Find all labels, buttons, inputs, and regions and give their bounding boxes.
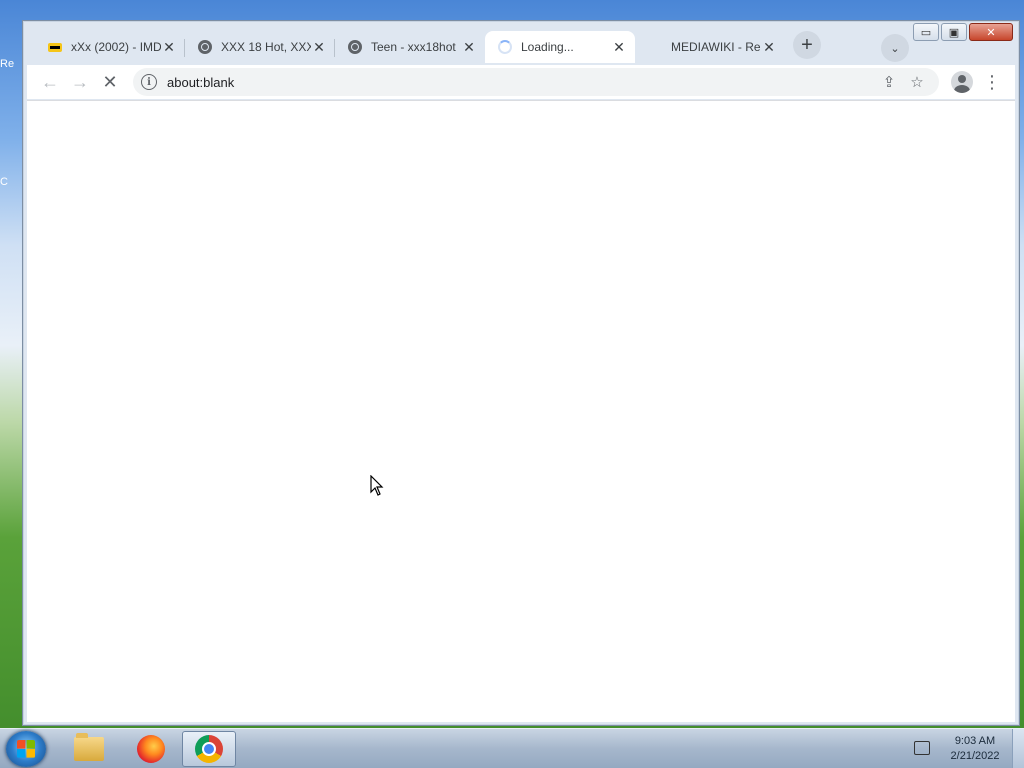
start-button[interactable] [6, 731, 46, 767]
show-desktop-button[interactable] [1012, 729, 1024, 768]
tab-imdb[interactable]: xXx (2002) - IMDb ✕ [35, 31, 185, 63]
loading-spinner-icon [497, 39, 513, 55]
back-button[interactable]: ← [35, 67, 65, 97]
tab-title: XXX 18 Hot, XXX [221, 40, 311, 54]
tab-title: Teen - xxx18hot [371, 40, 456, 54]
close-window-button[interactable]: ✕ [969, 23, 1013, 41]
close-tab-icon[interactable]: ✕ [611, 39, 627, 55]
menu-button[interactable]: ⋮ [977, 67, 1007, 97]
browser-toolbar: ← → ✕ i about:blank ⇪ ☆ ⋮ [27, 65, 1015, 99]
profile-button[interactable] [947, 67, 977, 97]
tab-title: xXx (2002) - IMDb [71, 40, 161, 54]
page-content-area[interactable] [27, 100, 1015, 722]
avatar [951, 71, 973, 93]
firefox-icon [137, 735, 165, 763]
stop-loading-button[interactable]: ✕ [95, 67, 125, 97]
address-bar[interactable]: i about:blank ⇪ ☆ [133, 68, 939, 96]
tab-mediawiki[interactable]: MEDIAWIKI - Re ✕ [635, 31, 785, 63]
close-tab-icon[interactable]: ✕ [461, 39, 477, 55]
blank-favicon-icon [647, 39, 663, 55]
browser-window: ▭ ▣ ✕ xXx (2002) - IMDb ✕ XXX 18 Hot, XX… [22, 20, 1020, 726]
site-info-icon[interactable]: i [141, 74, 157, 90]
network-tray-icon[interactable] [914, 741, 930, 755]
system-clock[interactable]: 9:03 AM 2/21/2022 [942, 734, 1008, 764]
firefox-taskbar-button[interactable] [124, 731, 178, 767]
close-tab-icon[interactable]: ✕ [761, 39, 777, 55]
globe-icon [197, 39, 213, 55]
tab-xxx18hot-2[interactable]: Teen - xxx18hot ✕ [335, 31, 485, 63]
tab-xxx18hot-1[interactable]: XXX 18 Hot, XXX ✕ [185, 31, 335, 63]
chrome-icon [195, 735, 223, 763]
new-tab-button[interactable]: + [793, 31, 821, 59]
forward-button[interactable]: → [65, 67, 95, 97]
bookmark-star-icon[interactable]: ☆ [903, 70, 931, 94]
clock-time: 9:03 AM [954, 735, 996, 747]
close-tab-icon[interactable]: ✕ [161, 39, 177, 55]
desktop-icon-label: C [0, 176, 8, 188]
tab-title: Loading... [521, 40, 574, 54]
folder-icon [74, 733, 104, 761]
taskbar: 9:03 AM 2/21/2022 [0, 728, 1024, 768]
globe-icon [347, 39, 363, 55]
tab-title: MEDIAWIKI - Re [671, 40, 761, 54]
imdb-icon [47, 39, 63, 55]
file-explorer-taskbar-button[interactable] [62, 731, 116, 767]
share-icon[interactable]: ⇪ [875, 70, 903, 94]
tab-search-button[interactable]: ⌄ [881, 34, 909, 62]
url-text[interactable]: about:blank [167, 75, 875, 90]
desktop-icon-label: Re [0, 58, 15, 70]
clock-date: 2/21/2022 [950, 750, 1000, 762]
mouse-cursor-icon [370, 475, 384, 496]
tab-strip: xXx (2002) - IMDb ✕ XXX 18 Hot, XXX ✕ Te… [35, 29, 955, 63]
tab-loading[interactable]: Loading... ✕ [485, 31, 635, 63]
close-tab-icon[interactable]: ✕ [311, 39, 327, 55]
chrome-taskbar-button[interactable] [182, 731, 236, 767]
